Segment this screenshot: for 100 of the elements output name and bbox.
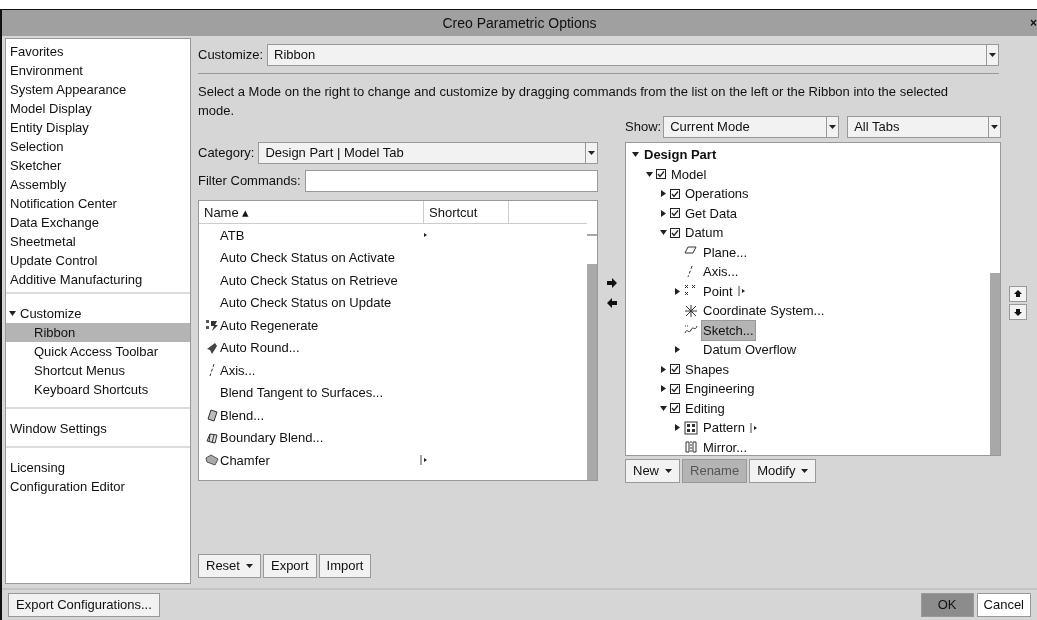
command-item[interactable]: Auto Check Status on Retrieve xyxy=(220,270,419,290)
sidebar-item[interactable]: Quick Access Toolbar xyxy=(6,342,190,361)
tree-item[interactable]: Mirror... xyxy=(701,437,750,455)
checked-checkbox[interactable] xyxy=(670,208,680,219)
tree-item[interactable]: Axis... xyxy=(701,262,741,282)
checked-checkbox[interactable] xyxy=(670,383,680,394)
mode-dropdown[interactable]: Current Mode xyxy=(663,116,840,138)
move-up-button[interactable] xyxy=(1009,286,1027,302)
scrollbar[interactable] xyxy=(587,224,597,480)
tree-item[interactable]: Get Data xyxy=(683,203,740,223)
sidebar-item[interactable]: Assembly xyxy=(6,175,190,194)
expanded-triangle-icon[interactable] xyxy=(660,404,667,412)
command-item[interactable]: Blend... xyxy=(220,405,419,425)
sidebar-item[interactable]: Sheetmetal xyxy=(6,232,190,251)
command-item[interactable]: Auto Check Status on Update xyxy=(220,293,419,313)
tree-item[interactable]: Shapes xyxy=(683,359,732,380)
expanded-triangle-icon[interactable] xyxy=(646,170,653,178)
sidebar-item[interactable]: Customize xyxy=(16,304,190,323)
sidebar-item[interactable]: Data Exchange xyxy=(6,213,190,232)
list-action-button[interactable]: Export xyxy=(262,554,317,578)
sidebar-item[interactable]: Additive Manufacturing xyxy=(6,270,190,289)
checked-checkbox[interactable] xyxy=(670,227,680,238)
filter-field[interactable] xyxy=(304,170,598,192)
customize-dropdown[interactable]: Ribbon xyxy=(267,44,999,66)
checked-checkbox[interactable] xyxy=(656,169,666,180)
cancel-button[interactable]: Cancel xyxy=(976,593,1031,617)
command-item[interactable]: Blend Tangent to Surfaces... xyxy=(220,383,419,403)
tree-action-button[interactable]: New xyxy=(625,459,680,483)
collapsed-triangle-icon[interactable] xyxy=(660,385,667,393)
tree-item[interactable]: Operations xyxy=(683,184,751,204)
list-action-button[interactable]: Import xyxy=(318,554,372,578)
boundary-blend-icon xyxy=(205,430,219,445)
expanded-triangle-icon[interactable] xyxy=(9,310,16,317)
add-arrow-icon[interactable] xyxy=(606,278,617,288)
coordinate-system-icon xyxy=(684,303,698,318)
checked-checkbox[interactable] xyxy=(670,364,680,375)
caret-icon xyxy=(829,124,837,130)
tree-item[interactable]: Datum xyxy=(683,223,726,243)
expanded-triangle-icon[interactable] xyxy=(660,229,667,237)
collapsed-triangle-icon[interactable] xyxy=(674,346,681,354)
sidebar-item[interactable]: System Appearance xyxy=(6,80,190,99)
tree-item[interactable]: Engineering xyxy=(683,379,757,399)
tree-item[interactable]: Datum Overflow xyxy=(701,340,799,360)
ok-button[interactable]: OK xyxy=(920,593,974,617)
pattern-icon xyxy=(684,420,698,435)
mirror-icon xyxy=(684,440,698,455)
sidebar-item[interactable]: Update Control xyxy=(6,251,190,270)
sidebar-item[interactable]: Licensing xyxy=(6,458,190,477)
tree-item[interactable]: Point xyxy=(701,281,735,301)
sidebar-item[interactable]: Configuration Editor xyxy=(6,477,190,496)
sidebar-item[interactable]: Shortcut Menus xyxy=(6,361,190,380)
tree-item[interactable]: Sketch... xyxy=(701,319,756,342)
sidebar-item[interactable]: Sketcher xyxy=(6,156,190,175)
collapsed-triangle-icon[interactable] xyxy=(660,365,667,373)
export-configurations-button[interactable]: Export Configurations... xyxy=(8,593,160,617)
collapsed-triangle-icon[interactable] xyxy=(660,190,667,198)
caret-icon xyxy=(991,124,998,130)
list-action-button[interactable]: Reset xyxy=(198,554,261,578)
command-item[interactable]: Chamfer xyxy=(220,450,419,470)
column-header[interactable]: Shortcut xyxy=(424,201,509,223)
sidebar-item[interactable]: Keyboard Shortcuts xyxy=(6,380,190,399)
command-item[interactable]: Auto Regenerate xyxy=(220,315,419,335)
sidebar-item[interactable]: Model Display xyxy=(6,99,190,118)
filter-label: Filter Commands: xyxy=(198,172,301,191)
collapsed-triangle-icon[interactable] xyxy=(660,209,667,217)
round-icon xyxy=(205,340,219,355)
expanded-triangle-icon[interactable] xyxy=(632,151,639,159)
checked-checkbox[interactable] xyxy=(670,403,680,414)
tree-item[interactable]: Model xyxy=(669,164,709,184)
command-item[interactable]: ATB xyxy=(220,225,419,245)
checked-checkbox[interactable] xyxy=(670,188,680,199)
sidebar-item[interactable]: Favorites xyxy=(6,42,190,61)
scrollbar[interactable] xyxy=(990,143,1000,455)
category-dropdown[interactable]: Design Part | Model Tab xyxy=(258,142,598,164)
tree-item[interactable]: Coordinate System... xyxy=(701,301,827,321)
close-button[interactable]: × xyxy=(1030,14,1037,32)
move-down-button[interactable] xyxy=(1009,304,1027,320)
sidebar-item[interactable]: Window Settings xyxy=(6,419,190,438)
command-item[interactable]: Axis... xyxy=(220,360,419,380)
tabs-dropdown[interactable]: All Tabs xyxy=(847,116,1001,138)
sidebar-item[interactable]: Notification Center xyxy=(6,194,190,213)
remove-arrow-icon[interactable] xyxy=(606,298,617,308)
command-item[interactable]: Auto Check Status on Activate xyxy=(220,248,419,268)
sidebar-item[interactable]: Entity Display xyxy=(6,118,190,137)
chamfer-icon xyxy=(205,453,219,468)
command-item[interactable]: Auto Round... xyxy=(220,338,419,358)
column-header[interactable]: Name ▴ xyxy=(199,201,424,223)
tree-item[interactable]: Editing xyxy=(683,398,727,419)
customize-label: Customize: xyxy=(198,46,264,65)
collapsed-triangle-icon[interactable] xyxy=(674,287,681,295)
tree-item[interactable]: Pattern xyxy=(701,418,747,438)
tree-action-button[interactable]: Modify xyxy=(749,459,817,483)
sidebar-item[interactable]: Environment xyxy=(6,61,190,80)
sidebar-item[interactable]: Ribbon xyxy=(6,323,190,342)
command-item[interactable]: Boundary Blend... xyxy=(220,428,419,448)
blend-icon xyxy=(205,408,219,423)
tree-item[interactable]: Design Part xyxy=(642,145,719,165)
collapsed-triangle-icon[interactable] xyxy=(674,424,681,432)
tree-item[interactable]: Plane... xyxy=(701,242,750,262)
sidebar-item[interactable]: Selection xyxy=(6,137,190,156)
